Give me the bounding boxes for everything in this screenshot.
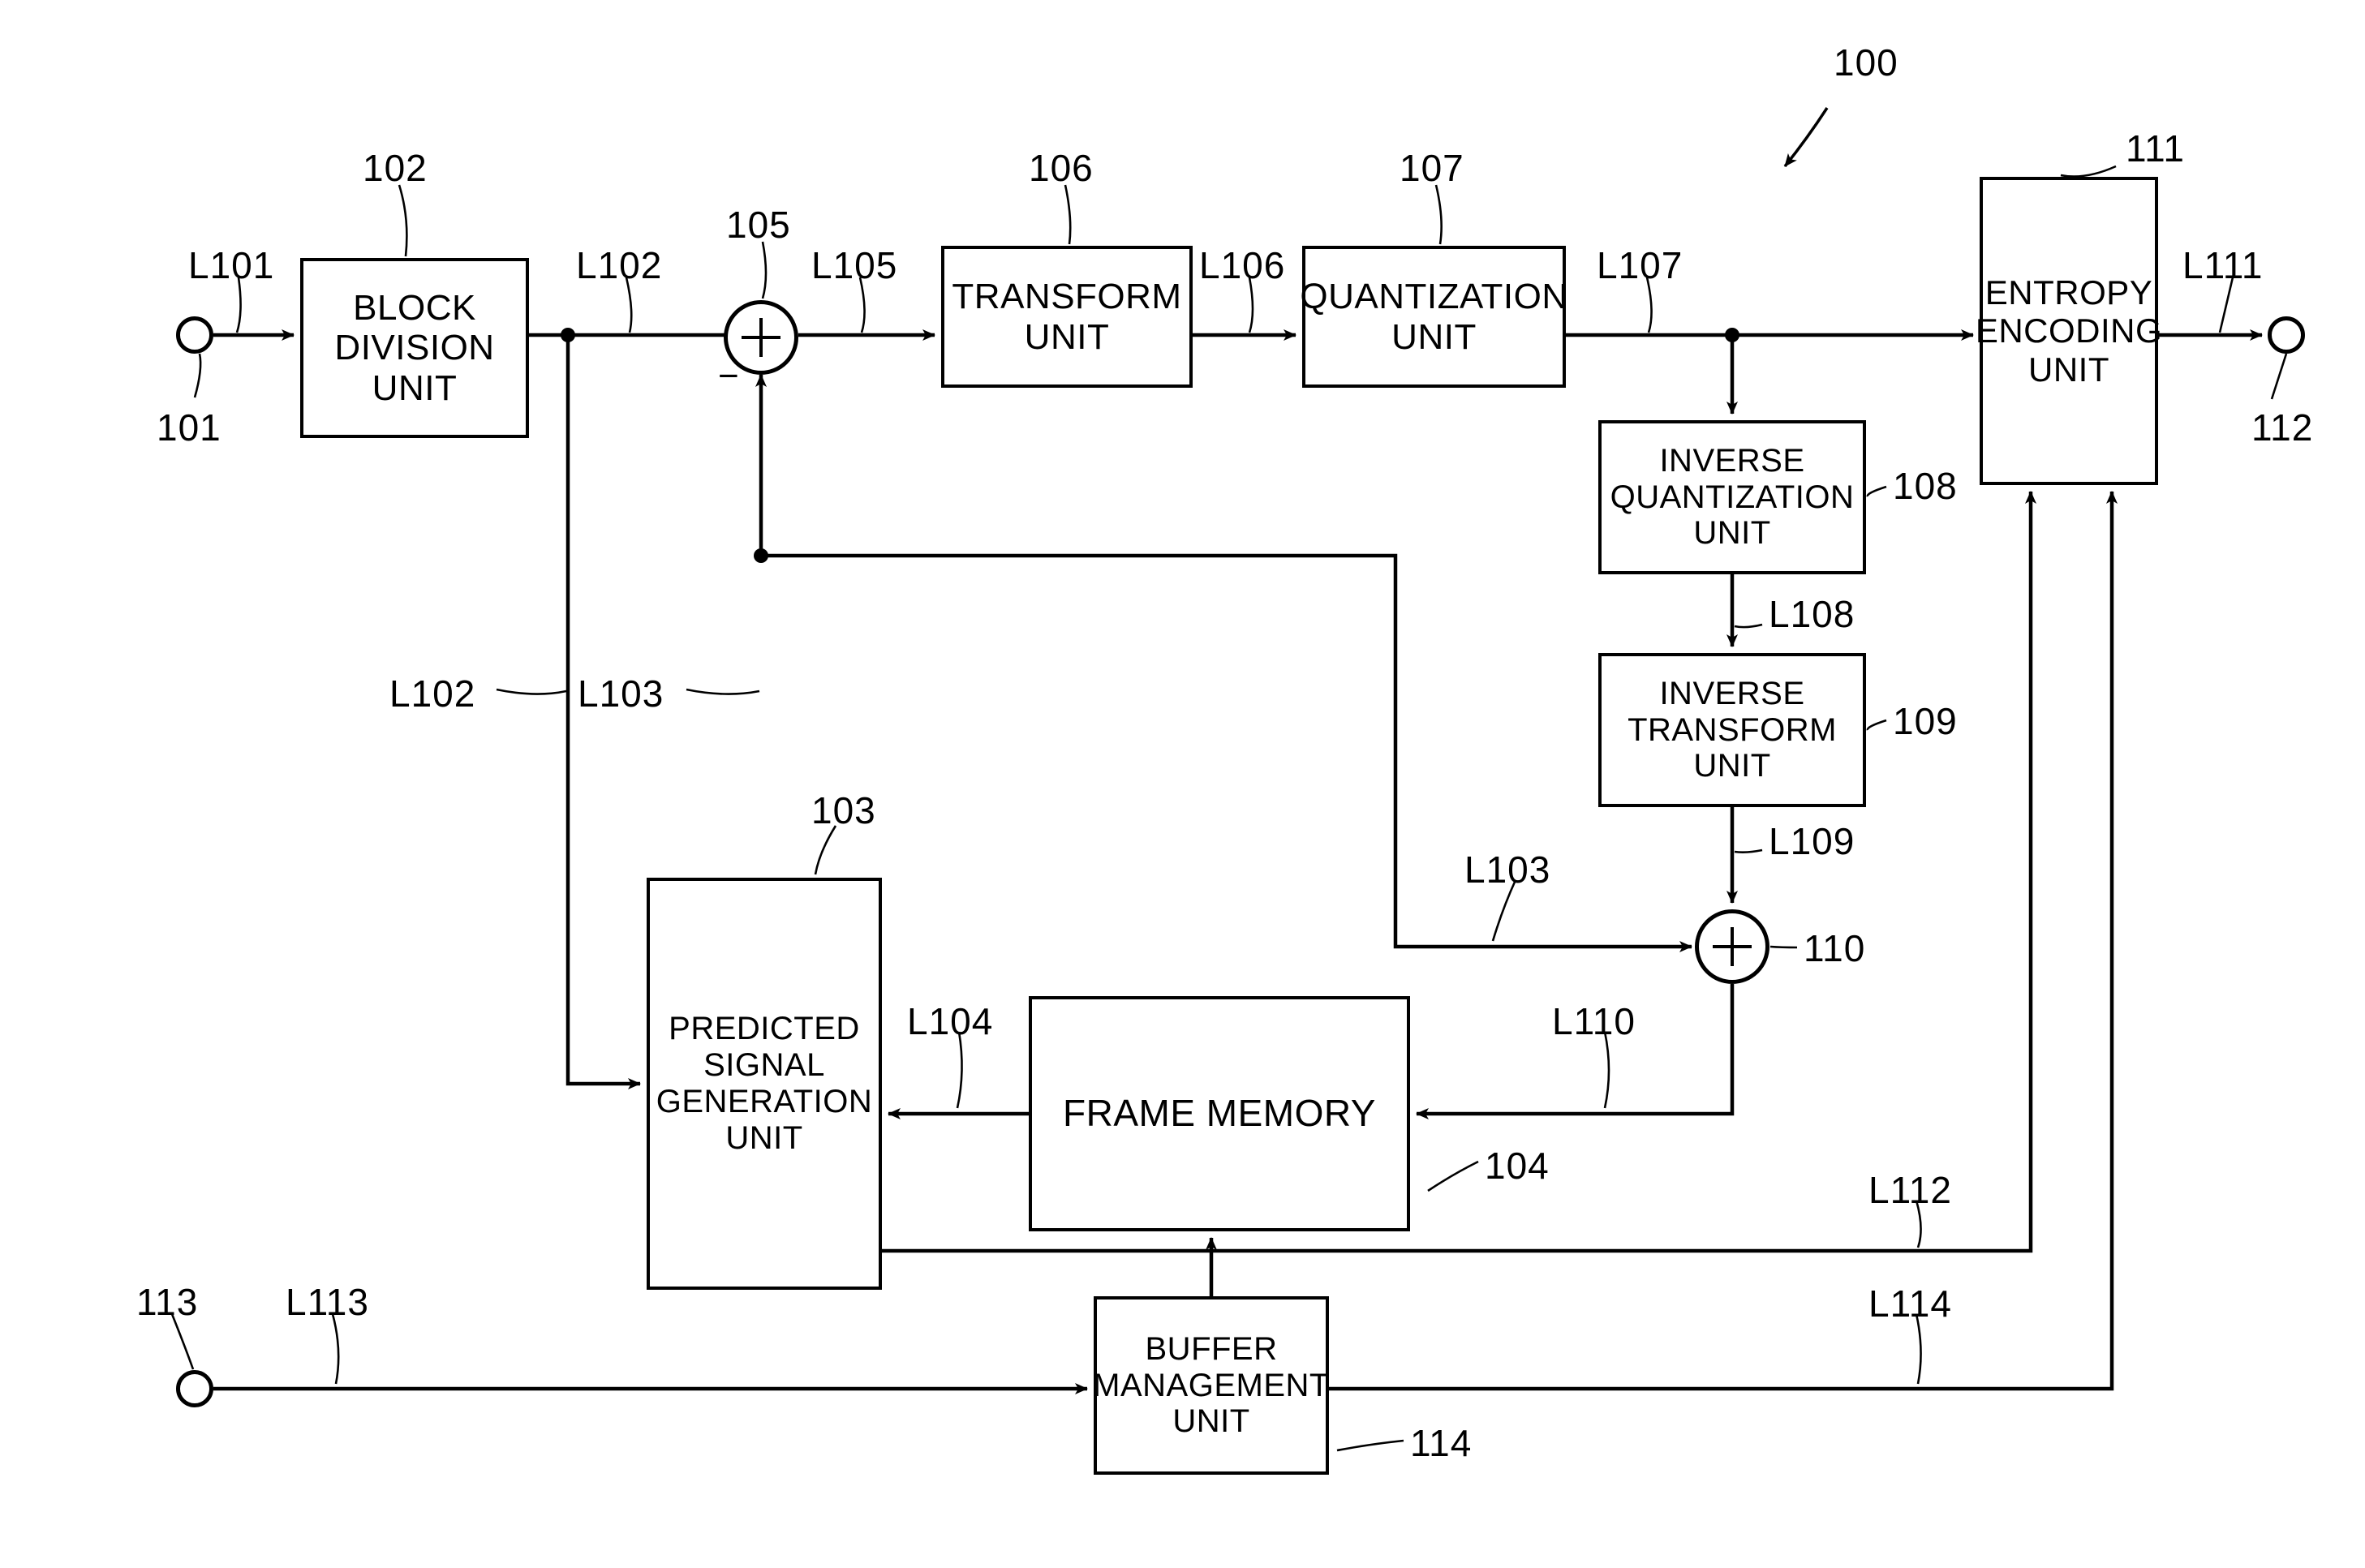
frame-memory-label: FRAME MEMORY xyxy=(1063,1092,1376,1135)
frame-memory[interactable]: FRAME MEMORY xyxy=(1029,996,1410,1231)
signal-label-L101: L101 xyxy=(188,244,275,286)
leader-L113 xyxy=(331,1313,340,1385)
buffer-management-unit[interactable]: BUFFER MANAGEMENT UNIT xyxy=(1093,1296,1330,1475)
minus-sign-105: − xyxy=(718,356,739,396)
leader-L108 xyxy=(1734,623,1763,629)
ref-numeral-101: 101 xyxy=(157,406,221,449)
ref-numeral-109: 109 xyxy=(1893,700,1958,742)
leader-101 xyxy=(193,353,202,398)
signal-label-L107: L107 xyxy=(1597,244,1683,286)
signal-label-L112: L112 xyxy=(1868,1169,1952,1211)
path-L103-to-adder xyxy=(761,553,1692,952)
input-terminal-113[interactable] xyxy=(176,1370,213,1407)
leader-L110 xyxy=(1603,1031,1610,1109)
predicted-signal-generation-unit[interactable]: PREDICTED SIGNAL GENERATION UNIT xyxy=(647,878,882,1290)
leader-L104 xyxy=(956,1031,963,1109)
leader-102 xyxy=(398,184,408,257)
signal-label-L111: L111 xyxy=(2182,244,2264,286)
leader-114 xyxy=(1336,1439,1404,1452)
leader-111 xyxy=(2060,165,2117,178)
signal-label-L110: L110 xyxy=(1552,1000,1636,1042)
signal-label-L106: L106 xyxy=(1199,244,1286,286)
signal-label-L103-right: L103 xyxy=(1464,848,1551,891)
ref-numeral-107: 107 xyxy=(1400,147,1464,189)
signal-label-L102-top: L102 xyxy=(576,244,663,286)
signal-label-L108: L108 xyxy=(1769,593,1855,635)
inverse-quantization-unit[interactable]: INVERSE QUANTIZATION UNIT xyxy=(1598,420,1866,574)
ref-numeral-103: 103 xyxy=(811,789,876,831)
quantization-unit-label: QUANTIZATION UNIT xyxy=(1300,277,1568,357)
leader-109 xyxy=(1866,719,1887,731)
ref-numeral-113: 113 xyxy=(136,1281,199,1323)
signal-label-L105: L105 xyxy=(811,244,898,286)
leader-105 xyxy=(761,241,768,299)
ref-numeral-104: 104 xyxy=(1485,1145,1550,1187)
input-terminal-101[interactable] xyxy=(176,316,213,354)
leader-104 xyxy=(1427,1160,1479,1192)
signal-label-L103-left: L103 xyxy=(578,672,664,715)
block-division-unit-label: BLOCK DIVISION UNIT xyxy=(334,288,495,408)
predicted-signal-generation-unit-label: PREDICTED SIGNAL GENERATION UNIT xyxy=(656,1011,873,1156)
ref-numeral-114: 114 xyxy=(1410,1422,1473,1464)
signal-label-L104: L104 xyxy=(907,1000,994,1042)
signal-label-L113: L113 xyxy=(286,1281,369,1323)
signal-label-L102-branch: L102 xyxy=(389,672,476,715)
output-terminal-112[interactable] xyxy=(2268,316,2305,354)
leader-L103a xyxy=(686,688,760,695)
signal-label-L114: L114 xyxy=(1868,1282,1952,1325)
leader-L109 xyxy=(1734,848,1763,853)
transform-unit[interactable]: TRANSFORM UNIT xyxy=(941,246,1193,388)
adder-110-plus-glyph xyxy=(1713,927,1752,966)
leader-112 xyxy=(2270,353,2288,400)
leader-103 xyxy=(814,825,837,875)
leader-107 xyxy=(1434,184,1443,245)
quantization-unit[interactable]: QUANTIZATION UNIT xyxy=(1300,246,1567,388)
inverse-transform-unit[interactable]: INVERSE TRANSFORM UNIT xyxy=(1598,653,1866,807)
ref-numeral-105: 105 xyxy=(726,204,791,246)
signal-label-L109: L109 xyxy=(1769,820,1855,862)
leader-L102b xyxy=(496,688,567,695)
block-division-unit[interactable]: BLOCK DIVISION UNIT xyxy=(300,258,529,438)
junction-dot-L103 xyxy=(754,548,768,563)
inverse-transform-unit-label: INVERSE TRANSFORM UNIT xyxy=(1628,675,1837,784)
figure-leader-100 xyxy=(1783,107,1829,168)
leader-108 xyxy=(1866,485,1887,497)
ref-numeral-100: 100 xyxy=(1834,41,1898,84)
ref-numeral-112: 112 xyxy=(2251,406,2314,449)
entropy-encoding-unit-label: ENTROPY ENCODING UNIT xyxy=(1975,273,2163,389)
ref-numeral-110: 110 xyxy=(1804,927,1866,969)
entropy-encoding-unit[interactable]: ENTROPY ENCODING UNIT xyxy=(1976,177,2162,485)
transform-unit-label: TRANSFORM UNIT xyxy=(952,277,1182,357)
leader-106 xyxy=(1064,184,1072,245)
ref-numeral-102: 102 xyxy=(363,147,428,189)
junction-dot-L107 xyxy=(1725,328,1739,342)
buffer-management-unit-label: BUFFER MANAGEMENT UNIT xyxy=(1093,1330,1330,1440)
ref-numeral-106: 106 xyxy=(1029,147,1094,189)
junction-dot-L102 xyxy=(561,328,575,342)
inverse-quantization-unit-label: INVERSE QUANTIZATION UNIT xyxy=(1610,442,1855,552)
ref-numeral-111: 111 xyxy=(2126,127,2185,170)
ref-numeral-108: 108 xyxy=(1893,465,1958,507)
encoder-block-diagram: BLOCK DIVISION UNIT TRANSFORM UNIT QUANT… xyxy=(0,0,2365,1568)
